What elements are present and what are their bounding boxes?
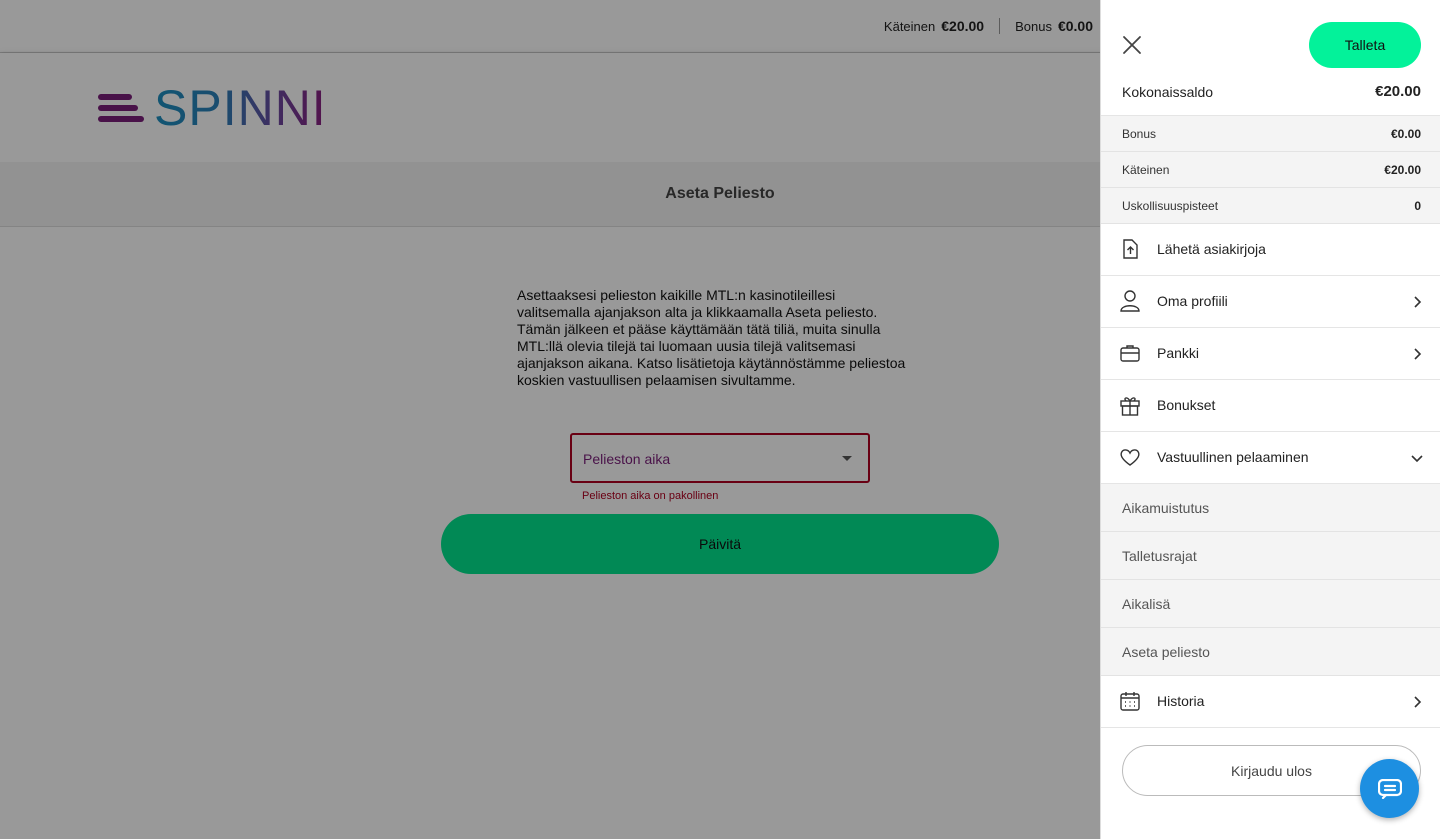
calendar-icon (1119, 690, 1141, 712)
submenu-item-reality-check[interactable]: Aikamuistutus (1101, 484, 1440, 532)
menu-item-label: Oma profiili (1157, 293, 1228, 309)
submenu-item-label: Aikalisä (1122, 596, 1171, 612)
menu-item-profile[interactable]: Oma profiili (1101, 276, 1440, 328)
balance-row-bonus: Bonus €0.00 (1101, 116, 1440, 152)
balance-row-loyalty: Uskollisuuspisteet 0 (1101, 188, 1440, 224)
balance-row-cash: Käteinen €20.00 (1101, 152, 1440, 188)
submenu-item-deposit-limits[interactable]: Talletusrajat (1101, 532, 1440, 580)
balance-row-label: Käteinen (1122, 163, 1170, 177)
chevron-down-icon (1411, 451, 1423, 463)
menu-item-label: Pankki (1157, 345, 1200, 361)
submenu-item-label: Aseta peliesto (1122, 644, 1210, 660)
balance-row-value: €0.00 (1390, 127, 1421, 141)
chevron-right-icon (1411, 347, 1423, 360)
submenu-item-timeout[interactable]: Aikalisä (1101, 580, 1440, 628)
menu-item-label: Historia (1157, 693, 1205, 709)
balance-row-label: Bonus (1122, 127, 1157, 141)
menu-item-upload-documents[interactable]: Lähetä asiakirjoja (1101, 224, 1440, 276)
submenu-item-label: Talletusrajat (1122, 548, 1197, 564)
briefcase-icon (1119, 342, 1141, 364)
total-balance-row: Kokonaissaldo €20.00 (1101, 76, 1440, 116)
user-icon (1119, 290, 1141, 312)
balance-row-value: €20.00 (1384, 163, 1421, 177)
balance-row-value: 0 (1414, 199, 1421, 213)
menu-item-label: Bonukset (1157, 397, 1216, 413)
menu-item-responsible-gaming[interactable]: Vastuullinen pelaaminen (1101, 432, 1440, 484)
upload-document-icon (1119, 238, 1141, 260)
menu-item-bank[interactable]: Pankki (1101, 328, 1440, 380)
account-menu: Lähetä asiakirjoja Oma profiili Pankki B… (1101, 224, 1440, 728)
chevron-right-icon (1411, 295, 1423, 308)
total-balance-value: €20.00 (1375, 83, 1421, 100)
submenu-item-label: Aikamuistutus (1122, 500, 1210, 516)
total-balance-label: Kokonaissaldo (1122, 84, 1214, 100)
close-icon[interactable] (1121, 34, 1143, 56)
account-panel: Talleta Kokonaissaldo €20.00 Bonus €0.00… (1100, 0, 1440, 839)
menu-item-label: Vastuullinen pelaaminen (1157, 449, 1309, 465)
modal-overlay[interactable] (0, 0, 1100, 839)
menu-item-history[interactable]: Historia (1101, 676, 1440, 728)
heart-icon (1119, 446, 1141, 468)
submenu-item-self-exclusion[interactable]: Aseta peliesto (1101, 628, 1440, 676)
chevron-right-icon (1411, 695, 1423, 708)
menu-item-bonuses[interactable]: Bonukset (1101, 380, 1440, 432)
balance-breakdown: Bonus €0.00 Käteinen €20.00 Uskollisuusp… (1101, 116, 1440, 224)
deposit-button[interactable]: Talleta (1309, 22, 1421, 68)
menu-item-label: Lähetä asiakirjoja (1157, 241, 1266, 257)
balance-row-label: Uskollisuuspisteet (1122, 199, 1219, 213)
gift-icon (1119, 394, 1141, 416)
chat-icon[interactable] (1360, 759, 1419, 818)
